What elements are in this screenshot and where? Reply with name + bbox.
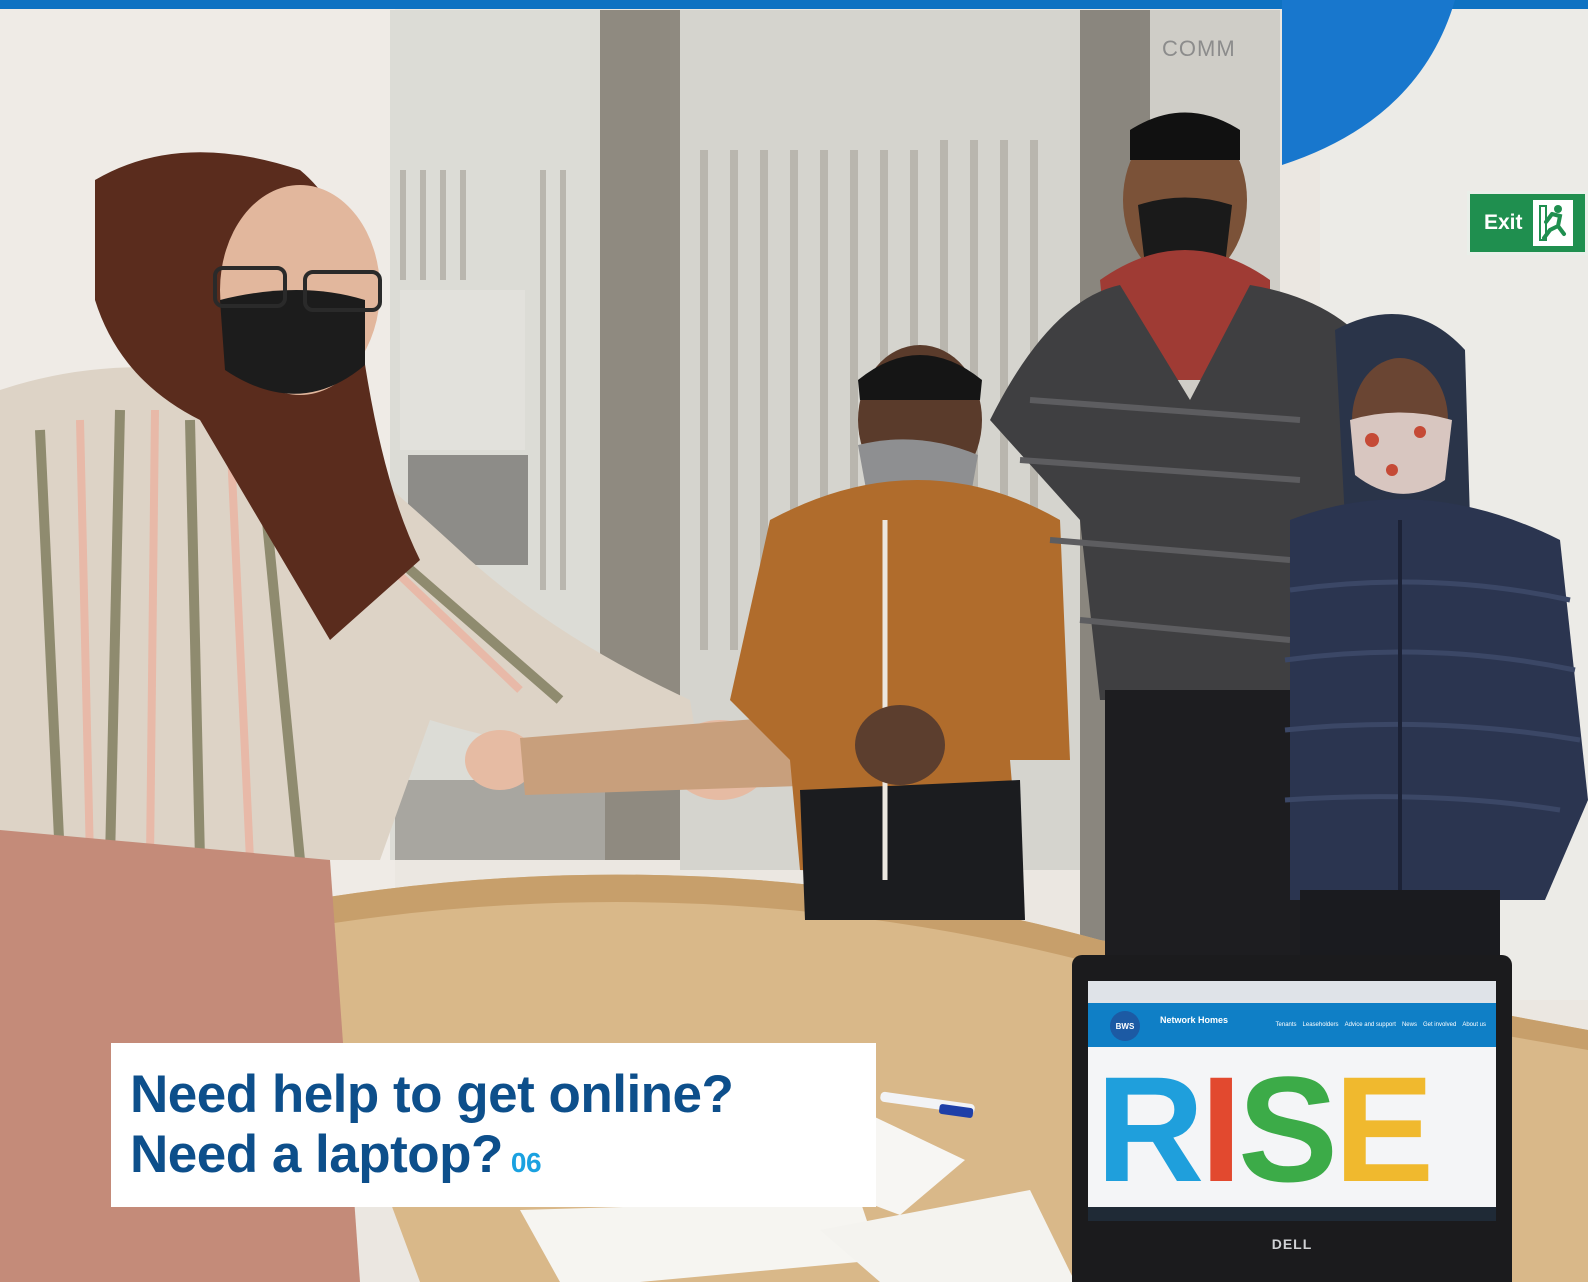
page-number: 06: [510, 1147, 542, 1178]
taskbar: [1088, 1207, 1496, 1221]
website-nav-item: Leaseholders: [1302, 1022, 1339, 1028]
website-partner-logo: Network Homes: [1160, 1015, 1229, 1025]
website-nav: Tenants Leaseholders Advice and support …: [1276, 1022, 1486, 1028]
rise-banner: RISE: [1096, 1045, 1434, 1213]
browser-bar: [1088, 981, 1496, 1003]
rise-letter-s: S: [1238, 1045, 1338, 1213]
website-logo: BWS: [1110, 1011, 1140, 1041]
website-nav-item: Tenants: [1275, 1022, 1297, 1028]
website-nav-item: Advice and support: [1344, 1022, 1396, 1028]
rise-letter-e: E: [1334, 1045, 1434, 1213]
exit-sign: Exit: [1467, 191, 1588, 255]
headline-line-2: Need a laptop? 06: [130, 1125, 876, 1193]
rise-letter-i: I: [1200, 1045, 1242, 1213]
laptop-brand-logo: DELL: [1271, 1236, 1313, 1252]
headline-box: Need help to get online? Need a laptop? 0…: [111, 1043, 876, 1207]
exit-sign-text: Exit: [1484, 211, 1523, 234]
rise-letter-r: R: [1096, 1045, 1204, 1213]
headline-line-1: Need help to get online?: [130, 1065, 734, 1124]
website-header: Tenants Leaseholders Advice and support …: [1088, 1003, 1496, 1047]
background-sign-text: COMM: [1162, 36, 1236, 61]
running-man-icon: [1532, 200, 1573, 246]
website-nav-item: News: [1401, 1022, 1417, 1028]
laptop: Tenants Leaseholders Advice and support …: [1072, 955, 1512, 1282]
laptop-screen: Tenants Leaseholders Advice and support …: [1088, 981, 1496, 1221]
headline-line-2-text: Need a laptop?: [130, 1125, 503, 1184]
website-nav-item: Get involved: [1422, 1022, 1457, 1028]
page: Exit COMM Tenants Leaseholders Advice an…: [0, 0, 1588, 1282]
website-nav-item: About us: [1462, 1022, 1486, 1028]
